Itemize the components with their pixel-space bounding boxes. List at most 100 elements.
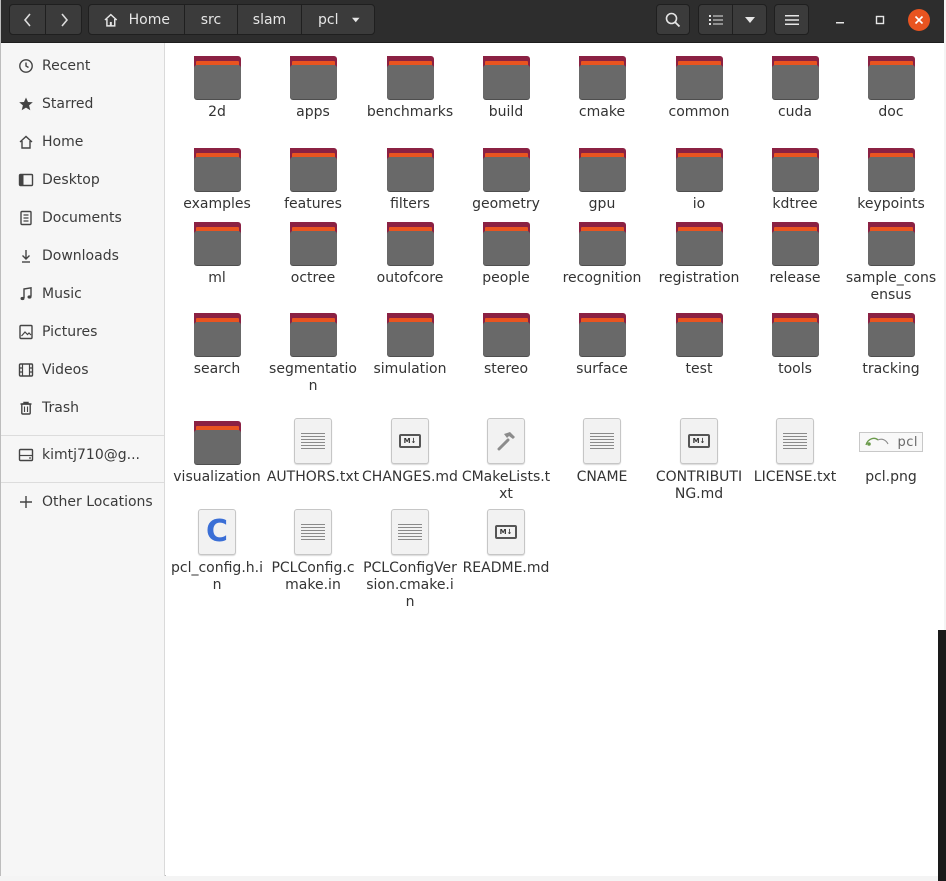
markdown-file-icon: M↓: [487, 509, 525, 555]
sidebar-item-label: Downloads: [42, 248, 119, 264]
file-item[interactable]: geometry: [456, 143, 556, 213]
file-name: keypoints: [857, 196, 925, 212]
file-name: PCLConfig.cmake.in: [271, 560, 355, 593]
file-item[interactable]: pcl pcl.png: [841, 416, 941, 486]
file-name: kdtree: [772, 196, 818, 212]
file-item[interactable]: keypoints: [841, 143, 941, 213]
file-name: CONTRIBUTING.md: [655, 469, 743, 502]
close-icon: [914, 15, 924, 25]
file-item[interactable]: segmentation: [263, 308, 363, 395]
file-item[interactable]: CNAME: [552, 416, 652, 486]
search-button[interactable]: [656, 4, 690, 35]
sidebar-item-desktop[interactable]: Desktop: [1, 161, 164, 199]
sidebar-item-trash[interactable]: Trash: [1, 389, 164, 427]
forward-button[interactable]: [45, 5, 81, 34]
file-item[interactable]: gpu: [552, 143, 652, 213]
file-item[interactable]: test: [649, 308, 749, 378]
file-name: apps: [296, 104, 330, 120]
close-button[interactable]: [908, 9, 930, 31]
file-name: CNAME: [576, 469, 628, 485]
maximize-icon: [875, 15, 885, 25]
sidebar-item-recent[interactable]: Recent: [1, 47, 164, 85]
file-name: test: [685, 361, 713, 377]
file-item[interactable]: tools: [745, 308, 845, 378]
file-item[interactable]: registration: [649, 217, 749, 287]
file-item[interactable]: PCLConfigVersion.cmake.in: [360, 507, 460, 611]
file-item[interactable]: common: [649, 51, 749, 121]
sidebar-item-network-account[interactable]: kimtj710@g...: [1, 436, 164, 474]
file-item[interactable]: M↓ README.md: [456, 507, 556, 577]
file-name: gpu: [588, 196, 616, 212]
file-item[interactable]: cuda: [745, 51, 845, 121]
file-item[interactable]: simulation: [360, 308, 460, 378]
file-item[interactable]: visualization: [167, 416, 267, 486]
sidebar-item-downloads[interactable]: Downloads: [1, 237, 164, 275]
sidebar-item-label: Home: [42, 134, 84, 150]
file-item[interactable]: stereo: [456, 308, 556, 378]
file-item[interactable]: release: [745, 217, 845, 287]
file-item[interactable]: filters: [360, 143, 460, 213]
file-name: surface: [576, 361, 628, 377]
file-item[interactable]: M↓ CHANGES.md: [360, 416, 460, 486]
breadcrumb-pcl[interactable]: pcl: [301, 5, 374, 34]
file-item[interactable]: surface: [552, 308, 652, 378]
maximize-button[interactable]: [869, 9, 891, 31]
file-name: people: [482, 270, 530, 286]
file-item[interactable]: sample_consensus: [841, 217, 941, 304]
c-source-icon: C: [198, 509, 236, 555]
file-item[interactable]: PCLConfig.cmake.in: [263, 507, 363, 594]
file-item[interactable]: 2d: [167, 51, 267, 121]
folder-icon: [578, 56, 626, 99]
sidebar-item-starred[interactable]: Starred: [1, 85, 164, 123]
file-name: ml: [208, 270, 226, 286]
folder-icon: [289, 56, 337, 99]
file-item[interactable]: people: [456, 217, 556, 287]
file-item[interactable]: kdtree: [745, 143, 845, 213]
file-item[interactable]: recognition: [552, 217, 652, 287]
list-view-button[interactable]: [699, 5, 732, 34]
sidebar-item-home[interactable]: Home: [1, 123, 164, 161]
file-item[interactable]: io: [649, 143, 749, 213]
breadcrumb-slam[interactable]: slam: [237, 5, 301, 34]
file-item[interactable]: benchmarks: [360, 51, 460, 121]
breadcrumb-label: pcl: [318, 11, 339, 28]
back-button[interactable]: [10, 5, 45, 34]
chevron-left-icon: [23, 12, 31, 27]
view-menu-button[interactable]: [732, 5, 766, 34]
file-name: tools: [778, 361, 812, 377]
file-item[interactable]: features: [263, 143, 363, 213]
file-item[interactable]: CMakeLists.txt: [456, 416, 556, 503]
file-item[interactable]: tracking: [841, 308, 941, 378]
file-name: outofcore: [376, 270, 444, 286]
file-item[interactable]: ml: [167, 217, 267, 287]
file-item[interactable]: build: [456, 51, 556, 121]
sidebar-item-pictures[interactable]: Pictures: [1, 313, 164, 351]
file-item[interactable]: doc: [841, 51, 941, 121]
file-item[interactable]: LICENSE.txt: [745, 416, 845, 486]
main-menu-button[interactable]: [774, 4, 809, 35]
breadcrumb-src[interactable]: src: [184, 5, 237, 34]
minimize-button[interactable]: [829, 9, 851, 31]
sidebar-item-music[interactable]: Music: [1, 275, 164, 313]
sidebar-item-videos[interactable]: Videos: [1, 351, 164, 389]
sidebar-item-label: Desktop: [42, 172, 100, 188]
file-item[interactable]: octree: [263, 217, 363, 287]
folder-icon: [578, 148, 626, 191]
sidebar-item-label: Pictures: [42, 324, 98, 340]
file-item[interactable]: AUTHORS.txt: [263, 416, 363, 486]
file-item[interactable]: examples: [167, 143, 267, 213]
file-name: PCLConfigVersion.cmake.in: [363, 560, 457, 610]
file-item[interactable]: C pcl_config.h.in: [167, 507, 267, 594]
folder-icon: [193, 222, 241, 265]
file-item[interactable]: cmake: [552, 51, 652, 121]
folder-icon: [386, 56, 434, 99]
file-item[interactable]: apps: [263, 51, 363, 121]
file-item[interactable]: M↓ CONTRIBUTING.md: [649, 416, 749, 503]
file-item[interactable]: search: [167, 308, 267, 378]
breadcrumb-label: slam: [252, 11, 287, 28]
file-name: AUTHORS.txt: [266, 469, 360, 485]
file-item[interactable]: outofcore: [360, 217, 460, 287]
breadcrumb-home[interactable]: Home: [89, 5, 184, 34]
sidebar-item-other-locations[interactable]: Other Locations: [1, 483, 164, 521]
sidebar-item-documents[interactable]: Documents: [1, 199, 164, 237]
